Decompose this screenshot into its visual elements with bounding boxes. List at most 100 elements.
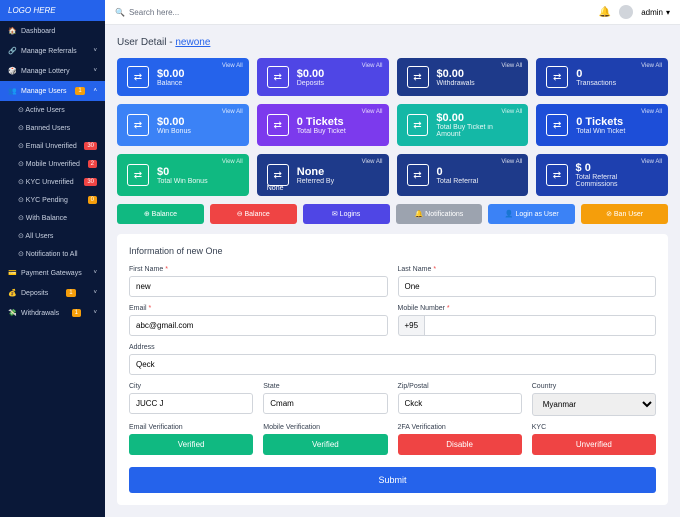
- users-icon: 👥: [8, 87, 16, 95]
- stat-card[interactable]: View All⇄NoneReferred ByNone: [257, 154, 389, 196]
- stat-card[interactable]: View All⇄$0.00Balance: [117, 58, 249, 96]
- sub-nav-item[interactable]: ⊙ Active Users: [0, 101, 105, 119]
- action-button[interactable]: 👤 Login as User: [488, 204, 575, 224]
- badge: 1: [66, 289, 75, 297]
- search-input[interactable]: 🔍 Search here...: [115, 8, 179, 17]
- stat-card[interactable]: View All⇄$0.00Total Buy Ticket in Amount: [397, 104, 529, 146]
- view-all-link[interactable]: View All: [641, 109, 662, 115]
- view-all-link[interactable]: View All: [641, 159, 662, 165]
- view-all-link[interactable]: View All: [501, 159, 522, 165]
- view-all-link[interactable]: View All: [641, 63, 662, 69]
- nav-label: Dashboard: [21, 28, 55, 35]
- card-value: None: [297, 166, 334, 178]
- nav-item[interactable]: 💰Deposits1˅: [0, 283, 105, 303]
- stat-card[interactable]: View All⇄0Transactions: [536, 58, 668, 96]
- chevron-down-icon: ˅: [93, 48, 97, 54]
- card-value: 0 Tickets: [576, 116, 625, 128]
- email-verif-toggle[interactable]: Verified: [129, 434, 253, 455]
- card-label: Win Bonus: [157, 128, 191, 135]
- sub-nav-item[interactable]: ⊙ All Users: [0, 227, 105, 245]
- country-select[interactable]: Myanmar: [532, 393, 656, 416]
- card-label: Total Buy Ticket in Amount: [436, 124, 518, 138]
- nav-item[interactable]: 🎲Manage Lottery˅: [0, 61, 105, 81]
- page-title: User Detail - newone: [117, 37, 668, 48]
- sub-nav-item[interactable]: ⊙ Banned Users: [0, 119, 105, 137]
- card-value: 0: [437, 166, 479, 178]
- sub-nav-item[interactable]: ⊙ Email Unverified30: [0, 137, 105, 155]
- view-all-link[interactable]: View All: [222, 109, 243, 115]
- stat-card[interactable]: View All⇄$0.00Deposits: [257, 58, 389, 96]
- swap-icon: ⇄: [267, 66, 289, 88]
- card-label: Total Referral Commissions: [576, 174, 658, 188]
- user-link[interactable]: newone: [175, 37, 210, 48]
- submit-button[interactable]: Submit: [129, 467, 656, 493]
- 2fa-toggle[interactable]: Disable: [398, 434, 522, 455]
- kyc-toggle[interactable]: Unverified: [532, 434, 656, 455]
- action-button[interactable]: ⊖ Balance: [210, 204, 297, 224]
- search-placeholder: Search here...: [129, 8, 179, 17]
- sub-nav-item[interactable]: ⊙ Mobile Unverified2: [0, 155, 105, 173]
- view-all-link[interactable]: View All: [222, 63, 243, 69]
- sub-nav-item[interactable]: ⊙ Notification to All: [0, 245, 105, 263]
- swap-icon: ⇄: [407, 164, 429, 186]
- stat-card[interactable]: View All⇄$0.00Win Bonus: [117, 104, 249, 146]
- nav-item[interactable]: 🏠 Dashboard: [0, 21, 105, 41]
- chevron-down-icon: ˅: [93, 270, 97, 276]
- card-value: $0.00: [157, 68, 185, 80]
- sub-nav-item[interactable]: ⊙ KYC Pending0: [0, 191, 105, 209]
- action-button[interactable]: ✉ Logins: [303, 204, 390, 224]
- view-all-link[interactable]: View All: [222, 159, 243, 165]
- address-input[interactable]: [129, 354, 656, 375]
- nav-item[interactable]: 🔗Manage Referrals˅: [0, 41, 105, 61]
- stat-card[interactable]: View All⇄0 TicketsTotal Win Ticket: [536, 104, 668, 146]
- email-input[interactable]: [129, 315, 388, 336]
- label: State: [263, 383, 387, 390]
- nav-icon: 💸: [8, 309, 16, 317]
- action-button[interactable]: 🔔 Notifications: [396, 204, 483, 224]
- card-value: $0.00: [297, 68, 325, 80]
- bell-icon[interactable]: 🔔: [599, 7, 611, 18]
- stat-card[interactable]: View All⇄0 TicketsTotal Buy Ticket: [257, 104, 389, 146]
- nav-manage-users[interactable]: 👥 Manage Users 1 ˄: [0, 81, 105, 101]
- label: Zip/Postal: [398, 383, 522, 390]
- stat-card[interactable]: View All⇄$0.00Withdrawals: [397, 58, 529, 96]
- action-button[interactable]: ⊕ Balance: [117, 204, 204, 224]
- nav-item[interactable]: 💸Withdrawals1˅: [0, 303, 105, 323]
- swap-icon: ⇄: [127, 164, 149, 186]
- avatar[interactable]: [619, 5, 633, 19]
- user-menu[interactable]: admin ▾: [641, 8, 670, 17]
- label: Country: [532, 383, 656, 390]
- nav-label: Payment Gateways: [21, 270, 82, 277]
- action-button[interactable]: ⊘ Ban User: [581, 204, 668, 224]
- mobile-verif-toggle[interactable]: Verified: [263, 434, 387, 455]
- sub-nav-item[interactable]: ⊙ With Balance: [0, 209, 105, 227]
- view-all-link[interactable]: View All: [362, 159, 383, 165]
- card-label: Total Buy Ticket: [297, 128, 346, 135]
- sub-nav-item[interactable]: ⊙ KYC Unverified30: [0, 173, 105, 191]
- view-all-link[interactable]: View All: [362, 109, 383, 115]
- chevron-down-icon: ▾: [666, 8, 670, 17]
- city-input[interactable]: [129, 393, 253, 414]
- nav-item[interactable]: 💳Payment Gateways˅: [0, 263, 105, 283]
- nav-label: Manage Users: [21, 88, 67, 95]
- label: Email *: [129, 305, 388, 312]
- nav-icon: 🏠: [8, 27, 16, 35]
- stat-card[interactable]: View All⇄0Total Referral: [397, 154, 529, 196]
- card-value: $0.00: [437, 68, 475, 80]
- view-all-link[interactable]: View All: [501, 109, 522, 115]
- firstname-input[interactable]: [129, 276, 388, 297]
- card-label: Withdrawals: [437, 80, 475, 87]
- label: Last Name *: [398, 266, 657, 273]
- label: Mobile Verification: [263, 424, 387, 431]
- nav-icon: 💰: [8, 289, 16, 297]
- swap-icon: ⇄: [546, 114, 568, 136]
- stat-card[interactable]: View All⇄$ 0Total Referral Commissions: [536, 154, 668, 196]
- stat-card[interactable]: View All⇄$0Total Win Bonus: [117, 154, 249, 196]
- state-input[interactable]: [263, 393, 387, 414]
- nav-label: Withdrawals: [21, 310, 59, 317]
- view-all-link[interactable]: View All: [501, 63, 522, 69]
- mobile-input[interactable]: [424, 315, 656, 336]
- lastname-input[interactable]: [398, 276, 657, 297]
- view-all-link[interactable]: View All: [362, 63, 383, 69]
- zip-input[interactable]: [398, 393, 522, 414]
